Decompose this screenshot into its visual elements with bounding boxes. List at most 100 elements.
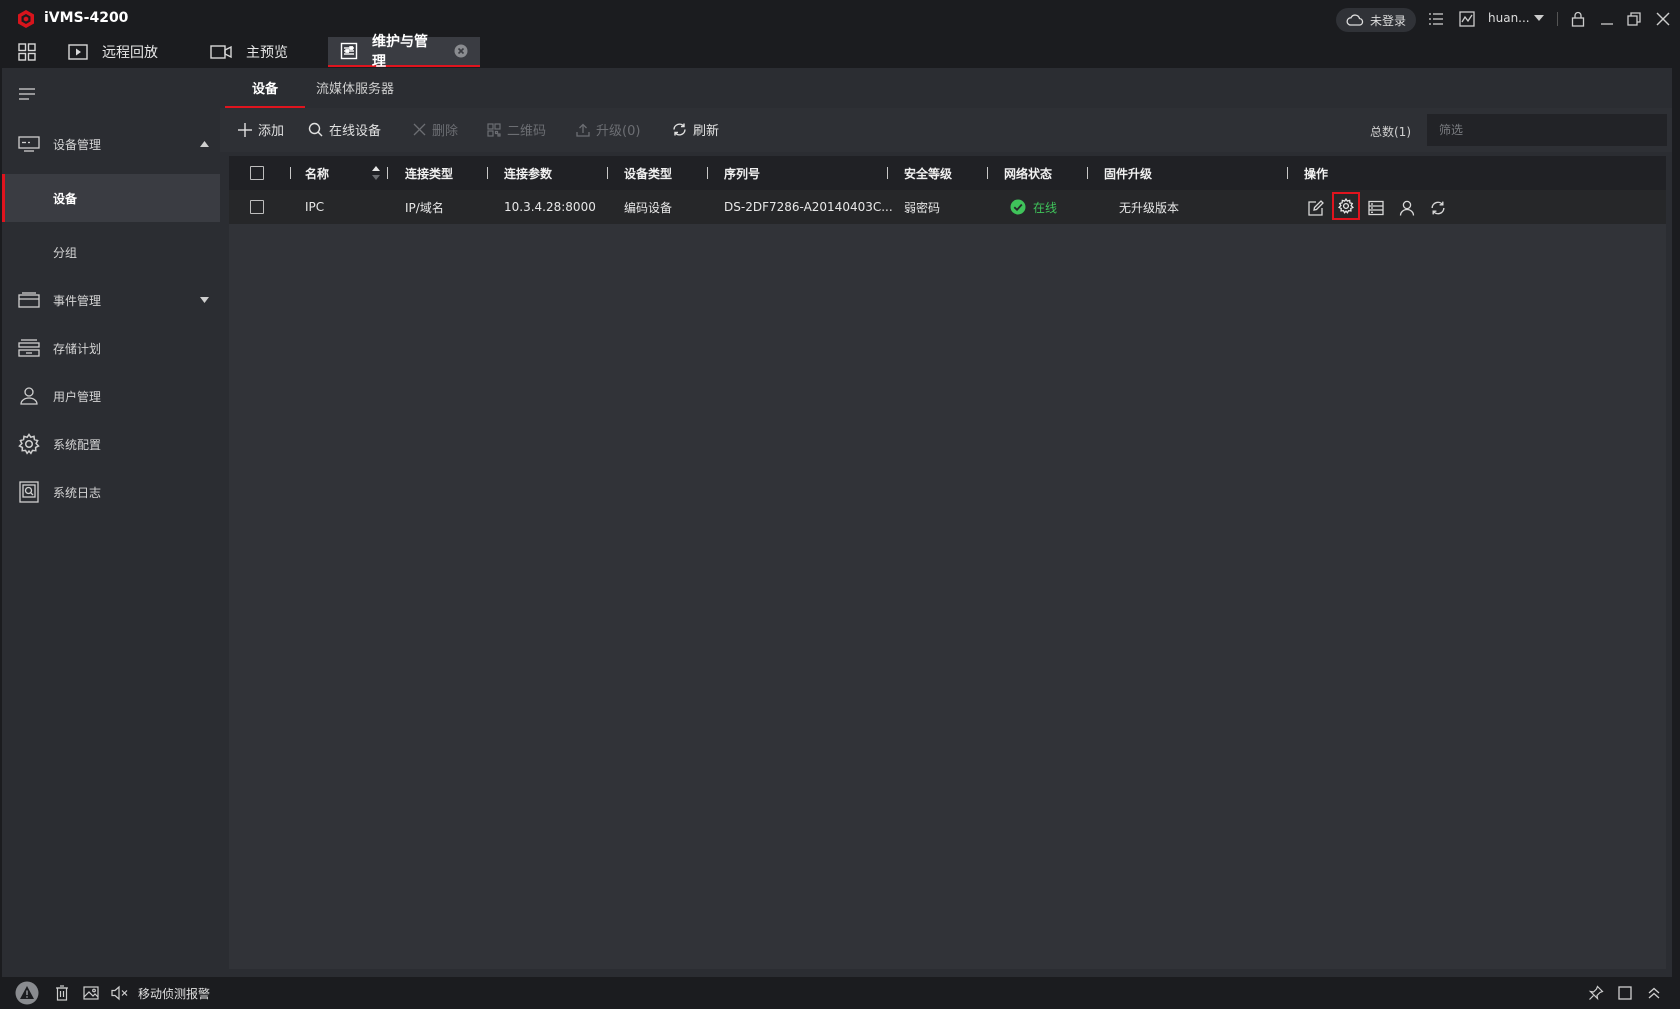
upgrade-button[interactable]: 升级(0)	[576, 120, 640, 139]
sidebar-item-label: 系统配置	[53, 437, 102, 452]
close-tab-icon[interactable]	[454, 44, 468, 58]
column-divider	[1287, 167, 1288, 179]
column-divider	[1087, 167, 1088, 179]
sidebar-item-group[interactable]: 分组	[2, 228, 220, 276]
sidebar-item-system-config[interactable]: 系统配置	[2, 422, 220, 466]
event-management-icon	[18, 292, 40, 308]
restore-window-icon[interactable]	[1627, 11, 1641, 27]
sidebar: 设备管理 设备 分组 事件管理 存储计划 用户管理 系统配置 系统日志	[2, 68, 220, 977]
sidebar-item-system-log[interactable]: 系统日志	[2, 470, 220, 514]
add-label: 添加	[258, 124, 285, 139]
sort-arrows-icon[interactable]	[372, 165, 380, 181]
search-icon	[308, 122, 323, 137]
upgrade-label: 升级(0)	[596, 124, 641, 139]
refresh-label: 刷新	[693, 124, 720, 139]
user-menu-caret-icon[interactable]	[1534, 15, 1544, 21]
pin-icon[interactable]	[1588, 985, 1604, 1001]
device-table: 名称 连接类型 连接参数 设备类型 序列号 安全等级 网络状态 固件升级 操作 …	[229, 156, 1666, 969]
subtab-streaming-server[interactable]: 流媒体服务器	[316, 68, 394, 106]
sub-tab-bar: 设备 流媒体服务器	[220, 68, 1672, 109]
user-icon	[18, 387, 40, 405]
task-list-icon[interactable]	[1428, 11, 1444, 27]
column-divider	[387, 167, 388, 179]
subtab-device[interactable]: 设备	[225, 68, 305, 109]
column-header-firmware[interactable]: 固件升级	[1104, 156, 1152, 190]
remote-config-gear-icon[interactable]	[1332, 192, 1360, 220]
image-icon[interactable]	[83, 985, 99, 1001]
lock-icon[interactable]	[1571, 11, 1585, 27]
row-checkbox[interactable]	[250, 200, 264, 214]
login-status-label: 未登录	[1369, 13, 1406, 28]
sidebar-item-device-management[interactable]: 设备管理	[2, 122, 220, 166]
tab-label: 维护与管理	[372, 34, 428, 70]
filter-input[interactable]	[1427, 114, 1667, 146]
minimize-icon[interactable]	[1600, 11, 1614, 27]
cell-name: IPC	[305, 200, 325, 214]
tab-label: 远程回放	[102, 45, 158, 61]
sidebar-item-storage-schedule[interactable]: 存储计划	[2, 326, 220, 370]
trash-icon[interactable]	[55, 985, 69, 1001]
column-header-network[interactable]: 网络状态	[1004, 156, 1052, 190]
maximize-panel-icon[interactable]	[1618, 986, 1632, 1000]
edit-icon[interactable]	[1305, 197, 1327, 219]
header-divider	[1557, 12, 1558, 26]
cell-network-status: 在线	[1033, 200, 1058, 215]
cell-firmware: 无升级版本	[1119, 200, 1180, 215]
qr-code-button[interactable]: 二维码	[487, 120, 546, 139]
column-header-serial[interactable]: 序列号	[724, 156, 760, 190]
sidebar-item-event-management[interactable]: 事件管理	[2, 278, 220, 322]
app-title: iVMS-4200	[44, 10, 129, 26]
sidebar-item-label: 存储计划	[53, 341, 102, 356]
login-status-button[interactable]: 未登录	[1336, 8, 1416, 32]
camera-icon	[210, 44, 232, 60]
select-all-checkbox[interactable]	[250, 166, 264, 180]
column-header-conn-type[interactable]: 连接类型	[405, 156, 453, 190]
device-management-icon	[18, 136, 40, 152]
title-bar: iVMS-4200 远程回放 主预览 维护与管理 未登录 huan...	[0, 0, 1680, 70]
delete-button[interactable]: 删除	[413, 120, 458, 139]
sidebar-item-device[interactable]: 设备	[2, 174, 220, 222]
refresh-device-icon[interactable]	[1427, 197, 1449, 219]
user-account-icon[interactable]	[1396, 197, 1418, 219]
column-header-operation: 操作	[1304, 166, 1329, 181]
sidebar-item-user-management[interactable]: 用户管理	[2, 374, 220, 418]
app-logo-icon	[16, 9, 36, 29]
mute-speaker-icon[interactable]	[111, 985, 129, 1001]
maintenance-icon	[340, 42, 358, 60]
cell-device-type: 编码设备	[624, 200, 673, 215]
tab-main-preview[interactable]: 主预览	[210, 37, 288, 67]
tab-maintenance[interactable]: 维护与管理	[328, 34, 480, 70]
status-bar: 移动侦测报警	[0, 977, 1680, 1009]
column-header-device-type[interactable]: 设备类型	[624, 156, 672, 190]
app-menu-grid-icon[interactable]	[18, 43, 36, 61]
upload-icon	[576, 123, 590, 137]
column-header-security[interactable]: 安全等级	[904, 156, 952, 190]
cell-conn-type: IP/域名	[405, 200, 444, 215]
online-label: 在线设备	[329, 124, 382, 139]
toolbar: 添加 在线设备 删除 二维码 升级(0) 刷新 总数(1) 筛选	[220, 108, 1672, 152]
online-device-button[interactable]: 在线设备	[308, 120, 381, 139]
sidebar-item-label: 设备管理	[53, 137, 102, 152]
current-user-label[interactable]: huan...	[1488, 11, 1530, 25]
delete-x-icon	[413, 123, 426, 136]
column-header-name[interactable]: 名称	[305, 156, 329, 190]
column-divider	[290, 167, 291, 179]
performance-monitor-icon[interactable]	[1459, 11, 1475, 27]
table-row[interactable]: IPC IP/域名 10.3.4.28:8000 编码设备 DS-2DF7286…	[229, 190, 1666, 224]
tab-remote-playback[interactable]: 远程回放	[68, 37, 158, 67]
sidebar-item-label: 分组	[53, 245, 78, 260]
table-header: 名称 连接类型 连接参数 设备类型 序列号 安全等级 网络状态 固件升级 操作	[229, 156, 1666, 190]
delete-label: 删除	[432, 124, 459, 139]
expand-up-icon[interactable]	[1647, 986, 1661, 1000]
cell-serial: DS-2DF7286-A20140403C...	[724, 200, 893, 214]
column-header-conn-param[interactable]: 连接参数	[504, 156, 552, 190]
refresh-button[interactable]: 刷新	[672, 120, 719, 139]
column-divider	[887, 167, 888, 179]
collapse-menu-icon[interactable]	[19, 88, 35, 100]
add-device-button[interactable]: 添加	[238, 120, 284, 139]
sidebar-item-label: 事件管理	[53, 293, 102, 308]
device-status-icon[interactable]	[1365, 197, 1387, 219]
alarm-warning-icon[interactable]	[15, 981, 39, 1005]
alarm-message[interactable]: 移动侦测报警	[138, 985, 210, 1002]
close-window-icon[interactable]	[1656, 11, 1670, 27]
